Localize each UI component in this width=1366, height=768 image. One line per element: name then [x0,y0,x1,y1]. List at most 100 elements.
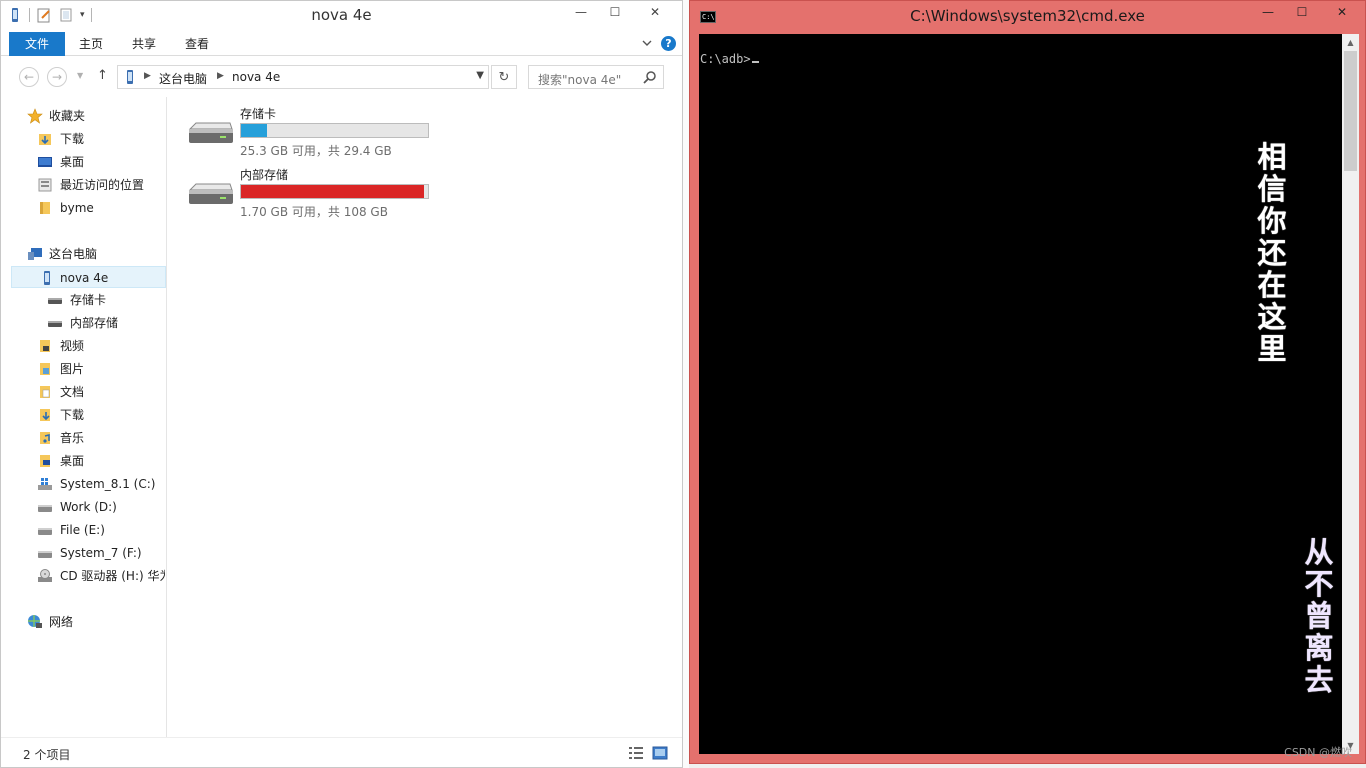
explorer-titlebar[interactable]: ▾ nova 4e — ☐ ✕ [1,1,682,31]
text-cursor [751,61,759,63]
overlay-text-2: 从不曾离去 [1304,535,1334,697]
chevron-right-icon[interactable]: ▶ [217,71,224,81]
ribbon-tabs: 文件 主页 共享 查看 ? [1,32,682,56]
nav-favorites[interactable]: 收藏夹 [27,105,157,127]
download-folder-icon [40,409,50,421]
storage-info: 1.70 GB 可用，共 108 GB [240,205,388,219]
storage-name: 内部存储 [240,168,289,182]
close-button[interactable]: ✕ [632,1,678,23]
help-icon[interactable]: ? [661,36,676,51]
nav-internal-storage[interactable]: 内部存储 [47,312,157,334]
nav-this-pc[interactable]: 这台电脑 [27,243,157,265]
tab-view[interactable]: 查看 [175,32,219,56]
nav-network[interactable]: 网络 [27,611,157,633]
details-view-icon[interactable] [628,746,644,760]
forward-button[interactable]: → [47,67,67,87]
status-bar: 2 个项目 [1,737,682,767]
address-row: ← → ▼ ↑ ▶ 这台电脑 ▶ nova 4e ▼ ↻ 搜索"nova 4e" [1,59,682,95]
expand-ribbon-icon[interactable] [640,36,654,50]
phone-icon [127,70,133,84]
tab-share[interactable]: 共享 [122,32,166,56]
recent-locations-icon[interactable]: ▼ [77,71,83,80]
command-prompt: C:\adb> [700,52,759,66]
drive-icon [48,321,62,327]
nav-drive-c[interactable]: System_8.1 (C:) [37,473,165,495]
nav-drive-h[interactable]: CD 驱动器 (H:) 华为 [37,565,165,587]
nav-device-selected[interactable]: nova 4e [11,266,166,288]
tab-file[interactable]: 文件 [9,32,65,56]
maximize-button[interactable]: ☐ [598,1,632,23]
desktop-icon [38,157,52,167]
cmd-window-controls: — ☐ ✕ [1251,1,1365,23]
nav-fav-recent[interactable]: 最近访问的位置 [37,174,157,196]
video-folder-icon [40,340,50,352]
breadcrumb-this-pc[interactable]: 这台电脑 [159,70,207,87]
minimize-button[interactable]: — [564,1,598,23]
cmd-window: C:\ C:\Windows\system32\cmd.exe — ☐ ✕ C:… [689,0,1366,764]
storage-item-internal[interactable]: 内部存储 1.70 GB 可用，共 108 GB [186,166,436,222]
drive-icon [188,183,233,204]
music-folder-icon [40,432,50,444]
refresh-button[interactable]: ↻ [491,65,517,89]
view-switcher [628,746,668,760]
nav-storage-card[interactable]: 存储卡 [47,289,157,311]
storage-usage-fill [241,185,425,198]
computer-icon [28,248,42,260]
network-icon [28,615,42,628]
scroll-up-icon[interactable]: ▲ [1342,34,1359,51]
system-drive-icon [38,478,52,490]
watermark: CSDN @燃吹 [1284,746,1352,759]
console-area[interactable]: C:\adb> 相信你还在这里 从不曾离去 [699,34,1342,754]
phone-icon [44,271,50,285]
star-icon [27,108,43,124]
maximize-button[interactable]: ☐ [1285,1,1319,23]
drive-icon [48,298,62,304]
explorer-window: ▾ nova 4e — ☐ ✕ 文件 主页 共享 查看 ? ← → ▼ ↑ ▶ … [0,0,683,768]
address-bar[interactable]: ▶ 这台电脑 ▶ nova 4e ▼ [117,65,489,89]
nav-lib-desktop[interactable]: 桌面 [37,450,157,472]
scroll-thumb[interactable] [1344,51,1357,171]
storage-item-card[interactable]: 存储卡 25.3 GB 可用，共 29.4 GB [186,105,436,161]
desktop-folder-icon [40,455,50,467]
nav-lib-videos[interactable]: 视频 [37,335,157,357]
drive-icon [188,122,233,143]
large-icons-view-icon[interactable] [652,746,668,760]
download-folder-icon [39,134,51,145]
prompt-text: C:\adb> [700,52,751,66]
drive-icon [38,528,52,535]
storage-usage-bar [240,184,429,199]
search-icon[interactable] [643,70,657,84]
nav-drive-f[interactable]: System_7 (F:) [37,542,165,564]
minimize-button[interactable]: — [1251,1,1285,23]
pictures-folder-icon [40,363,50,375]
recent-places-icon [38,178,52,192]
nav-fav-downloads[interactable]: 下载 [37,128,157,150]
vertical-scrollbar[interactable]: ▲ ▼ [1342,34,1359,754]
nav-fav-desktop[interactable]: 桌面 [37,151,157,173]
nav-lib-pictures[interactable]: 图片 [37,358,157,380]
back-button[interactable]: ← [19,67,39,87]
nav-lib-documents[interactable]: 文档 [37,381,157,403]
storage-usage-fill [241,124,268,137]
close-button[interactable]: ✕ [1319,1,1365,23]
chevron-right-icon[interactable]: ▶ [144,71,151,81]
storage-info: 25.3 GB 可用，共 29.4 GB [240,144,392,158]
content-pane: 存储卡 25.3 GB 可用，共 29.4 GB 内部存储 1.70 GB 可用… [168,97,682,737]
drive-icon [38,551,52,558]
nav-fav-byme[interactable]: byme [37,197,157,219]
nav-drive-d[interactable]: Work (D:) [37,496,165,518]
overlay-text-1: 相信你还在这里 [1257,140,1287,366]
nav-lib-downloads[interactable]: 下载 [37,404,157,426]
nav-lib-music[interactable]: 音乐 [37,427,157,449]
search-placeholder: 搜索"nova 4e" [538,73,622,87]
breadcrumb-device[interactable]: nova 4e [232,70,280,84]
cd-drive-icon [38,569,52,582]
tab-home[interactable]: 主页 [69,32,113,56]
search-box[interactable]: 搜索"nova 4e" [528,65,664,89]
storage-usage-bar [240,123,429,138]
nav-drive-e[interactable]: File (E:) [37,519,165,541]
up-button[interactable]: ↑ [97,68,108,83]
chevron-down-icon[interactable]: ▼ [476,70,484,81]
window-controls: — ☐ ✕ [564,1,678,23]
drive-icon [38,505,52,512]
